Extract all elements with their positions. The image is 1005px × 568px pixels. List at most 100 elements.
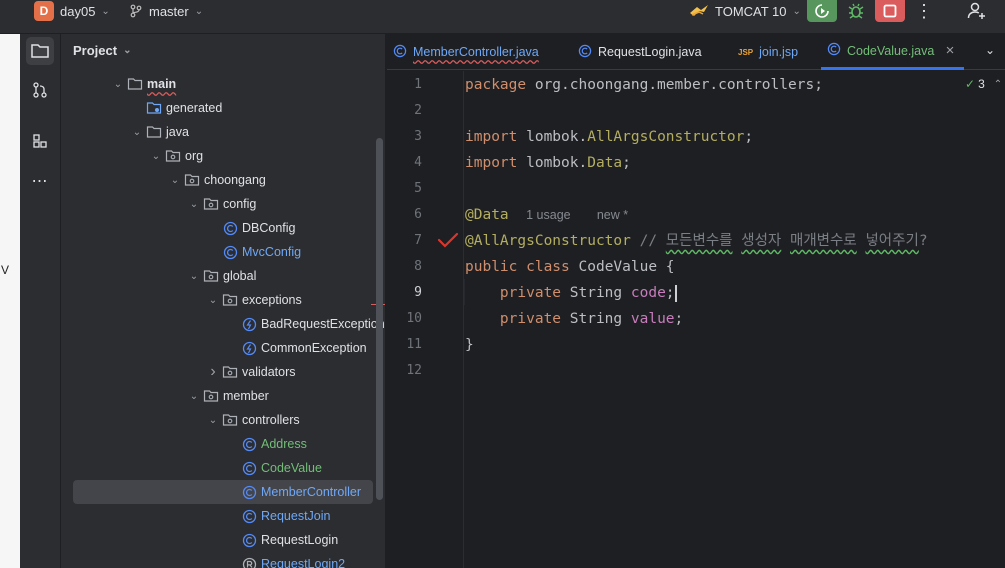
chevron-down-icon[interactable]: ⌄: [206, 295, 220, 306]
tab-label: RequestLogin.java: [598, 45, 702, 59]
tab-label: MemberController.java: [413, 45, 539, 59]
tree-item-config[interactable]: ⌄ config: [61, 192, 257, 216]
code-line-6: @Data 1 usage new *: [465, 207, 629, 223]
debug-button[interactable]: [841, 0, 871, 22]
project-scrollbar[interactable]: [376, 138, 383, 500]
more-tools-button[interactable]: ⋯: [26, 167, 54, 195]
tree-item-requestlogin[interactable]: RequestLogin: [61, 528, 338, 552]
tab-membercontroller-java[interactable]: MemberController.java: [393, 34, 539, 70]
tree-item-validators[interactable]: › validators: [61, 360, 295, 384]
tree-item-requestlogin2[interactable]: RequestLogin2: [61, 552, 345, 568]
tree-item-label: RequestJoin: [261, 509, 331, 523]
code-editor[interactable]: package org.choongang.member.controllers…: [465, 71, 1005, 568]
chevron-down-icon[interactable]: ⌄: [187, 199, 201, 210]
tree-item-label: RequestLogin2: [261, 557, 346, 568]
tree-item-label: Address: [261, 437, 307, 451]
editor-gutter[interactable]: 1 2 3 4 5 6 7 8 9 10 11 12: [387, 71, 464, 568]
tree-item-org[interactable]: ⌄ org: [61, 144, 203, 168]
tree-item-commonexception[interactable]: CommonException: [61, 336, 367, 360]
chevron-down-icon[interactable]: ⌄: [149, 151, 163, 162]
package-icon: [184, 172, 200, 188]
chevron-right-icon[interactable]: ›: [206, 363, 220, 381]
project-switcher[interactable]: D day05 ⌄: [34, 0, 110, 22]
project-panel-header[interactable]: Project ⌄: [73, 43, 131, 58]
tabs-overflow-icon[interactable]: ⌄: [985, 43, 995, 57]
chevron-down-icon[interactable]: ⌄: [187, 391, 201, 402]
line-number: 8: [414, 259, 422, 274]
tree-item-generated[interactable]: generated: [61, 96, 222, 120]
run-config-name: TOMCAT 10: [715, 3, 787, 19]
usages-hint[interactable]: 1 usage: [526, 208, 570, 222]
chevron-up-icon: ⌃: [993, 78, 1003, 90]
generated-folder-icon: [146, 100, 162, 116]
chevron-down-icon[interactable]: ⌄: [168, 175, 182, 186]
check-icon: ✓: [965, 77, 976, 91]
tree-item-exceptions[interactable]: ⌄ exceptions: [61, 288, 302, 312]
class-icon: [827, 42, 841, 59]
chevron-down-icon[interactable]: ⌄: [187, 271, 201, 282]
package-icon: [203, 196, 219, 212]
line-number: 5: [414, 181, 422, 196]
package-icon: [222, 412, 238, 428]
more-actions-button[interactable]: ⋮: [909, 0, 939, 22]
branch-name: master: [149, 3, 189, 19]
line-number: 11: [406, 337, 422, 352]
tree-item-mvcconfig[interactable]: MvcConfig: [61, 240, 301, 264]
tree-item-member[interactable]: ⌄ member: [61, 384, 269, 408]
checkmark-annotation-icon: [437, 232, 459, 248]
stop-icon: [883, 4, 897, 18]
author-hint[interactable]: new *: [597, 208, 628, 222]
more-horizontal-icon: ⋯: [31, 173, 49, 190]
stop-button[interactable]: [875, 0, 905, 22]
project-tool-button[interactable]: [26, 37, 54, 65]
bug-icon: [848, 3, 864, 19]
tree-item-dbconfig[interactable]: DBConfig: [61, 216, 296, 240]
tree-item-choongang[interactable]: ⌄ choongang: [61, 168, 266, 192]
line-number: 9: [414, 285, 422, 300]
chevron-down-icon[interactable]: ⌄: [111, 79, 125, 90]
tree-item-address[interactable]: Address: [61, 432, 307, 456]
tree-item-badrequestexception[interactable]: BadRequestException: [61, 312, 385, 336]
chevron-down-icon[interactable]: ⌄: [206, 415, 220, 426]
tree-item-label: config: [223, 197, 257, 211]
tree-item-label: MvcConfig: [242, 245, 302, 259]
folder-icon: [31, 44, 49, 58]
tree-item-main[interactable]: ⌄ main: [61, 72, 176, 96]
class-icon: [241, 532, 257, 548]
class-icon: [241, 436, 257, 452]
tree-item-codevalue[interactable]: CodeValue: [61, 456, 322, 480]
tree-item-label: controllers: [242, 413, 300, 427]
tab-requestlogin-java[interactable]: RequestLogin.java: [578, 34, 702, 70]
tree-item-controllers[interactable]: ⌄ controllers: [61, 408, 300, 432]
tree-item-label: CodeValue: [261, 461, 322, 475]
tree-item-label: main: [147, 77, 177, 91]
line-number: 4: [414, 155, 422, 170]
tree-item-requestjoin[interactable]: RequestJoin: [61, 504, 331, 528]
tomcat-icon: [690, 5, 708, 16]
tab-codevalue-java[interactable]: CodeValue.java ×: [821, 34, 965, 70]
project-name: day05: [60, 3, 96, 19]
tree-item-label: RequestLogin: [261, 533, 339, 547]
tab-join-jsp[interactable]: JSP join.jsp: [738, 34, 798, 70]
class-icon: [241, 484, 257, 500]
tree-item-membercontroller[interactable]: MemberController: [73, 480, 373, 504]
branch-switcher[interactable]: master ⌄: [129, 0, 203, 22]
run-config-selector[interactable]: TOMCAT 10 ⌄: [689, 0, 801, 22]
tree-item-global[interactable]: ⌄ global: [61, 264, 257, 288]
close-icon[interactable]: ×: [946, 42, 955, 59]
code-line-9: private String code;: [465, 284, 677, 302]
structure-tool-button[interactable]: [26, 127, 54, 155]
project-panel: Project ⌄ ⌄ main generated ⌄ java ⌄ org ⌄ choong…: [61, 34, 386, 568]
folder-icon: [146, 124, 162, 140]
chevron-down-icon[interactable]: ⌄: [130, 127, 144, 138]
inspection-widget[interactable]: ✓ 3 ⌃: [965, 77, 1002, 91]
line-number: 7: [414, 233, 422, 248]
class-icon: [241, 508, 257, 524]
tree-item-label: member: [223, 389, 269, 403]
tree-item-java[interactable]: ⌄ java: [61, 120, 189, 144]
exception-icon: [241, 340, 257, 356]
run-button[interactable]: [807, 0, 837, 22]
add-user-button[interactable]: [962, 0, 992, 22]
class-icon: [222, 244, 238, 260]
commit-tool-button[interactable]: [26, 76, 54, 104]
